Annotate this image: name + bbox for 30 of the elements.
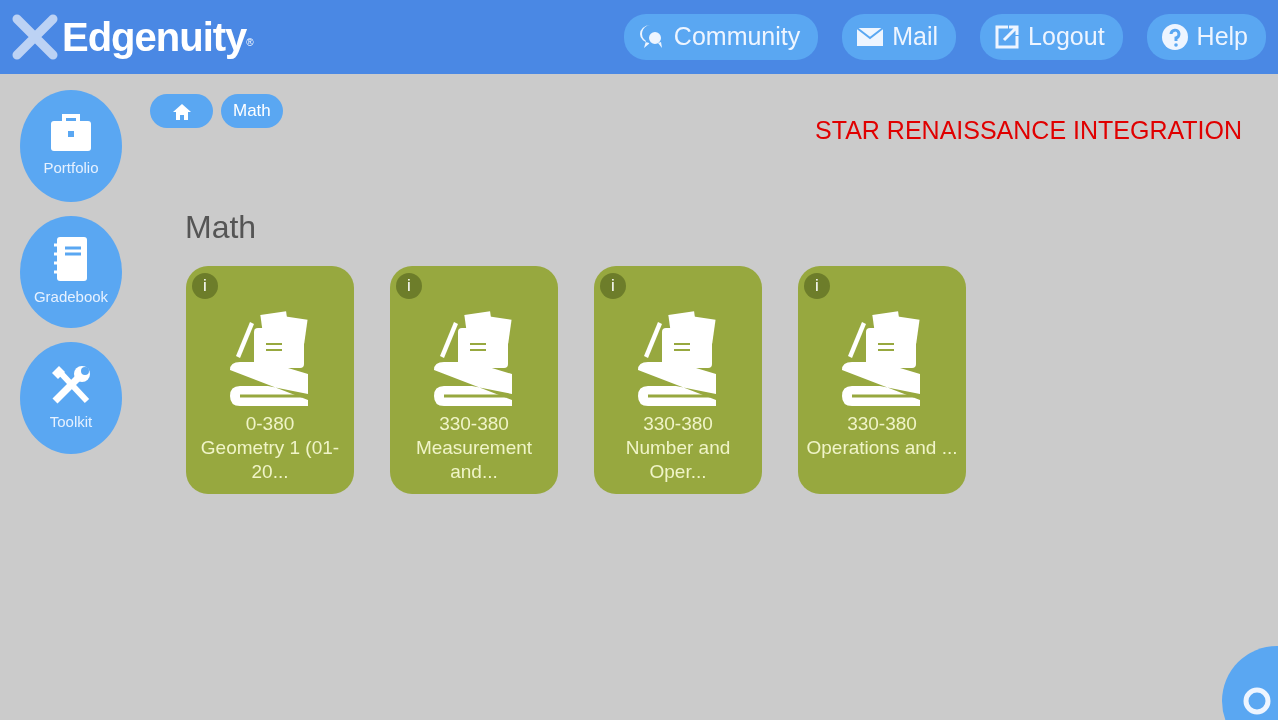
sidebar-button[interactable]: Portfolio	[20, 90, 122, 202]
external-link-icon	[994, 24, 1021, 50]
course-title: 0-380 Geometry 1 (01-20...	[199, 411, 341, 484]
home-button[interactable]	[150, 94, 213, 128]
help-icon	[1160, 23, 1189, 51]
info-button[interactable]: i	[192, 272, 218, 299]
course-title: 330-380 Operations and ...	[805, 411, 959, 460]
course-card[interactable]: i 330-380 Operations and ...	[798, 265, 966, 494]
course-title: 330-380 Measurement and...	[414, 411, 534, 484]
briefcase-icon	[49, 112, 93, 153]
sidebar-button[interactable]: Toolkit	[20, 342, 122, 454]
course-card[interactable]: i 330-380 Measurement and...	[390, 265, 558, 494]
nav-button[interactable]: Community	[623, 14, 819, 60]
nav-button[interactable]: Help	[1146, 14, 1266, 60]
page-title: Math	[185, 207, 258, 246]
breadcrumb-link[interactable]: Math	[221, 94, 283, 128]
course-title: 330-380 Number and Oper...	[624, 411, 732, 484]
nav-button[interactable]: Mail	[842, 14, 957, 60]
envelope-icon	[856, 26, 885, 48]
banner-text: STAR RENAISSANCE INTEGRATION	[815, 115, 1242, 146]
nav-button[interactable]: Logout	[980, 14, 1123, 60]
info-button[interactable]: i	[396, 272, 422, 299]
logo-icon	[12, 14, 58, 60]
course-card[interactable]: i 0-380 Geometry 1 (01-20...	[186, 265, 354, 494]
notebook-icon	[53, 235, 89, 282]
info-button[interactable]: i	[600, 272, 626, 299]
course-card[interactable]: i 330-380 Number and Oper...	[594, 265, 762, 494]
sidebar-button[interactable]: Gradebook	[20, 216, 122, 328]
info-button[interactable]: i	[804, 272, 830, 299]
home-icon	[171, 102, 192, 121]
